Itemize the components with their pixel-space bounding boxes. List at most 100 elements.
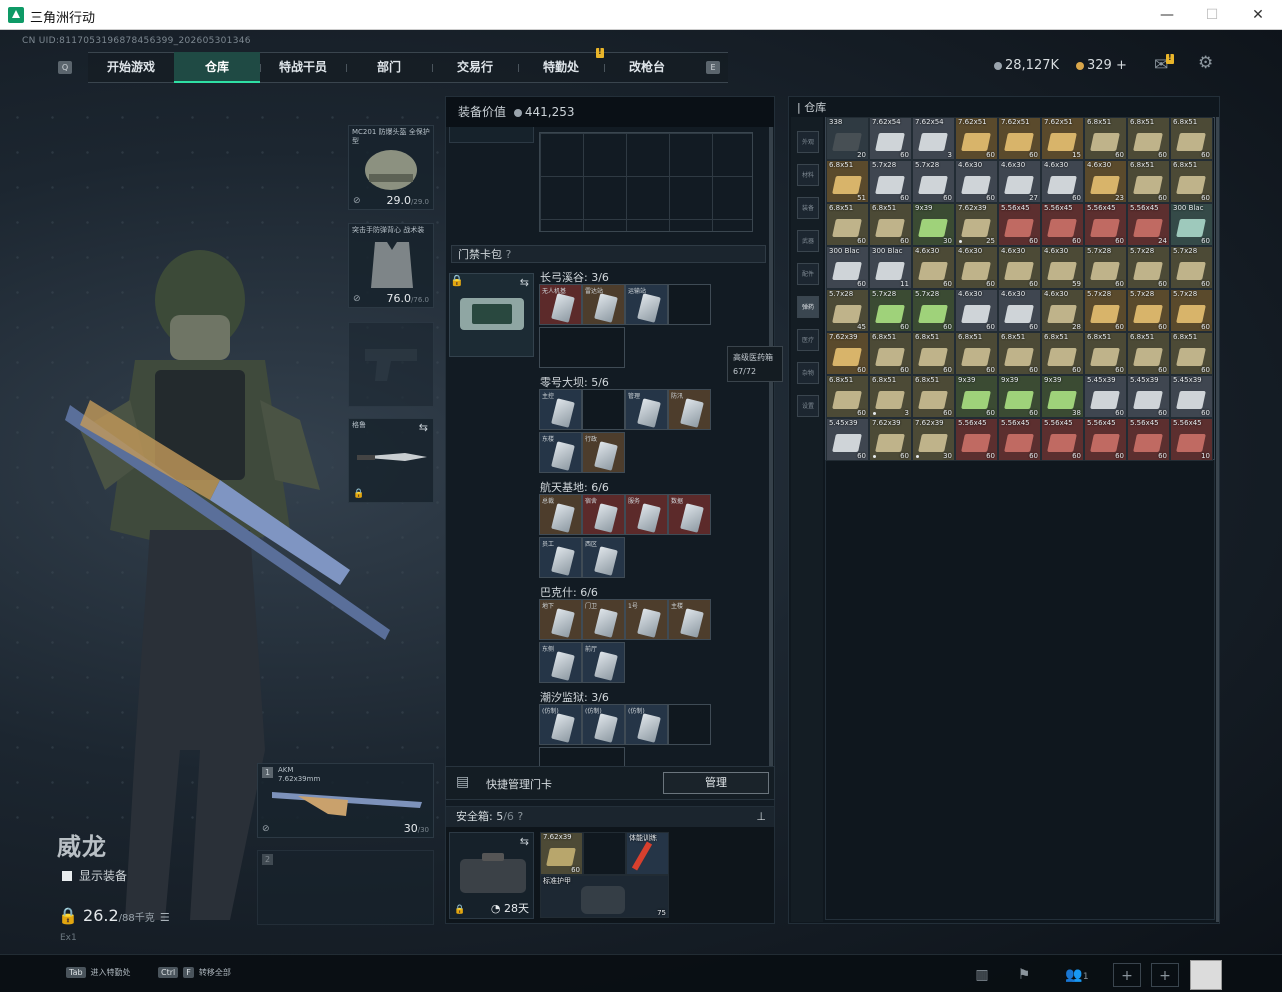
backpack-slot[interactable] [449,127,534,143]
ammo-item[interactable]: 6.8x51 60 [912,375,955,418]
ammo-item[interactable]: 6.8x51 60 [826,203,869,246]
keycard-slot[interactable]: (仿制) [625,704,668,745]
keycard-slot[interactable]: 主控 [539,389,582,430]
ammo-item[interactable]: 6.8x51 60 [1127,160,1170,203]
safe-item-ammo[interactable]: 7.62x39 60 [540,832,583,875]
warehouse-scrollbar[interactable] [1216,117,1219,922]
ammo-item[interactable]: 5.56x45 60 [998,203,1041,246]
warehouse-empty-area[interactable] [825,460,1215,920]
gold-currency[interactable]: 329 + [1076,58,1127,73]
keycard-slot[interactable]: 运输站 [625,284,668,325]
category-5[interactable]: 弹药 [797,296,819,318]
category-2[interactable]: 装备 [797,197,819,219]
category-0[interactable]: 外观 [797,131,819,153]
keycard-pack-slot[interactable]: ⇆ 🔒 [449,273,534,357]
keycard-slot[interactable]: 地下 [539,599,582,640]
safe-item-armor[interactable]: 标准护甲 75 [540,875,669,918]
ammo-item[interactable]: 338 20 [826,117,869,160]
close-button[interactable]: ✕ [1243,4,1273,26]
secondary-weapon-slot[interactable]: 2 [257,850,434,925]
category-8[interactable]: 设置 [797,395,819,417]
primary-weapon-slot[interactable]: 1 AKM 7.62x39mm ⊘ 30/30 [257,763,434,838]
keycard-slot[interactable]: 员工 [539,537,582,578]
settings-gear-icon[interactable]: ⚙ [1198,53,1213,73]
ammo-item[interactable]: 7.62x54 60 [869,117,912,160]
keycard-slot[interactable] [582,389,625,430]
ammo-item[interactable]: 4.6x30 23 [1084,160,1127,203]
keycard-slot[interactable]: 无人机基 [539,284,582,325]
tab-3[interactable]: 部门 [346,52,432,83]
ammo-item[interactable]: 4.6x30 59 [1041,246,1084,289]
ammo-item[interactable]: 5.56x45 60 [1084,418,1127,461]
panel-scrollbar[interactable] [769,127,773,767]
ammo-item[interactable]: 6.8x51 60 [955,332,998,375]
category-3[interactable]: 武器 [797,230,819,252]
keycard-slot[interactable] [668,704,711,745]
ammo-item[interactable]: 5.7x28 45 [826,289,869,332]
keycard-slot[interactable]: 门卫 [582,599,625,640]
ammo-item[interactable]: 5.56x45 10 [1170,418,1213,461]
stats-icon[interactable]: ▥ [968,963,996,987]
manage-button[interactable]: 管理 [663,772,769,794]
ammo-item[interactable]: 5.56x45 60 [998,418,1041,461]
add-currency-button[interactable]: + [1116,58,1127,73]
avatar[interactable] [1190,960,1222,990]
ammo-item[interactable]: 5.7x28 60 [869,160,912,203]
keycard-slot[interactable]: 宿舍 [582,494,625,535]
keycard-slot[interactable]: 1号 [625,599,668,640]
ammo-item[interactable]: 4.6x30 60 [955,160,998,203]
maximize-button[interactable]: ☐ [1197,4,1227,26]
ammo-item[interactable]: 6.8x51 60 [1170,332,1213,375]
ammo-item[interactable]: 5.56x45 60 [955,418,998,461]
keycard-slot[interactable]: 东侧 [539,642,582,683]
ammo-item[interactable]: 5.7x28 60 [1084,289,1127,332]
checkbox[interactable] [62,871,72,881]
keycard-slot[interactable]: 前厅 [582,642,625,683]
list-icon[interactable]: ☰ [160,911,170,924]
ammo-item[interactable]: 4.6x30 28 [1041,289,1084,332]
ammo-item[interactable]: 6.8x51 60 [1084,332,1127,375]
category-4[interactable]: 配件 [797,263,819,285]
ammo-item[interactable]: 7.62x39 30 [912,418,955,461]
ammo-item[interactable]: 4.6x30 60 [955,289,998,332]
category-6[interactable]: 医疗 [797,329,819,351]
keycard-slot[interactable]: 数据 [668,494,711,535]
tab-1[interactable]: 仓库 [174,52,260,83]
tab-5[interactable]: 特勤处 [518,52,604,83]
ammo-item[interactable]: 6.8x51 3 [869,375,912,418]
ammo-item[interactable]: 5.56x45 60 [1084,203,1127,246]
keycard-slot[interactable]: 服务 [625,494,668,535]
swap-icon[interactable]: ⇆ [520,276,529,289]
tab-6[interactable]: 改枪台 [604,52,690,83]
help-icon[interactable]: ? [506,248,512,261]
ammo-item[interactable]: 7.62x51 15 [1041,117,1084,160]
ammo-item[interactable]: 9x39 60 [998,375,1041,418]
ammo-item[interactable]: 6.8x51 60 [1170,117,1213,160]
friends-icon[interactable]: 👥1 [1060,963,1094,987]
keycard-slot[interactable]: 行政 [582,432,625,473]
minimize-button[interactable]: — [1152,4,1182,26]
keycard-slot[interactable]: 东楼 [539,432,582,473]
nav-prev-key[interactable]: Q [58,61,72,74]
ammo-item[interactable]: 4.6x30 27 [998,160,1041,203]
keycard-slot[interactable]: (仿制) [582,704,625,745]
keycard-slot[interactable]: 总裁 [539,494,582,535]
ammo-item[interactable]: 7.62x39 60 [869,418,912,461]
ammo-item[interactable]: 6.8x51 60 [1170,160,1213,203]
ammo-item[interactable]: 9x39 30 [912,203,955,246]
ammo-item[interactable]: 4.6x30 60 [1041,160,1084,203]
nav-next-key[interactable]: E [706,61,720,74]
ammo-item[interactable]: 6.8x51 60 [998,332,1041,375]
flag-icon[interactable]: ⚑ [1010,963,1038,987]
ammo-item[interactable]: 6.8x51 51 [826,160,869,203]
ammo-item[interactable]: 6.8x51 60 [869,332,912,375]
ammo-item[interactable]: 5.56x45 60 [1041,203,1084,246]
show-equipment-toggle[interactable]: 显示装备 [62,867,127,884]
ammo-item[interactable]: 5.7x28 60 [912,289,955,332]
ammo-item[interactable]: 9x39 60 [955,375,998,418]
keycard-slot[interactable]: 西区 [582,537,625,578]
ammo-item[interactable]: 5.56x45 24 [1127,203,1170,246]
ammo-item[interactable]: 7.62x39 60 [826,332,869,375]
category-7[interactable]: 杂物 [797,362,819,384]
ammo-item[interactable]: 5.45x39 60 [1170,375,1213,418]
